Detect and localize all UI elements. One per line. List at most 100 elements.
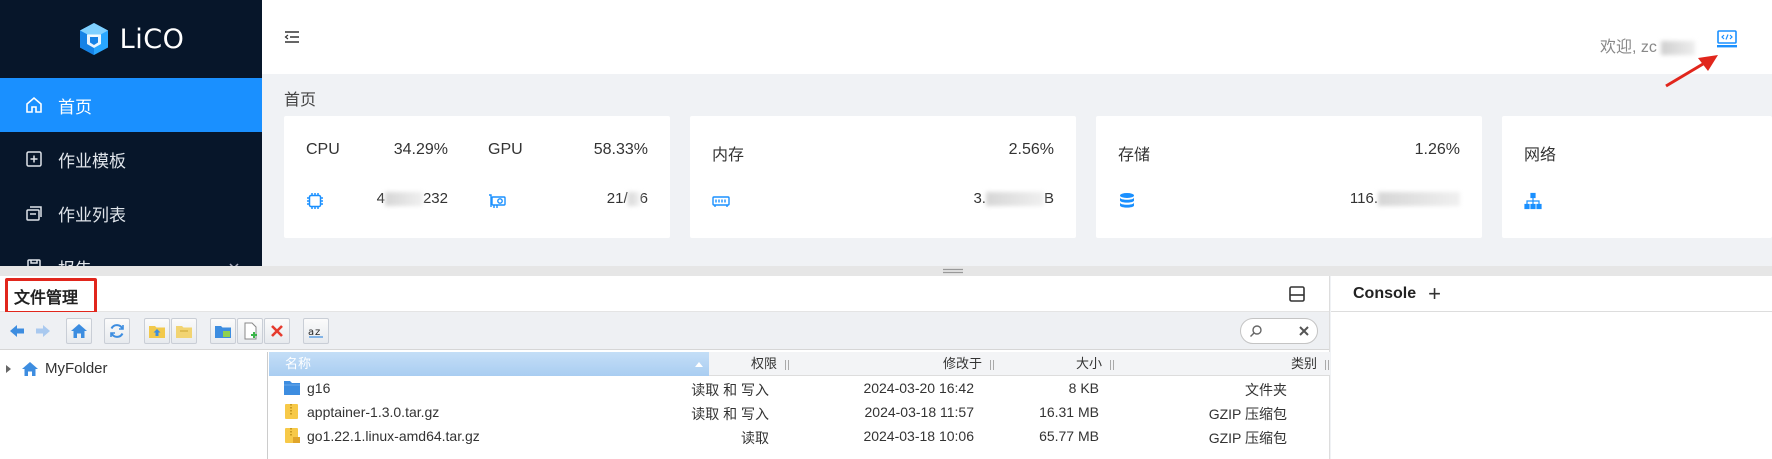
upload-button[interactable] <box>144 318 170 344</box>
sidebar-item-reports[interactable]: 报告 <box>0 240 262 266</box>
new-file-button[interactable] <box>237 318 263 344</box>
sort-az-icon: az <box>308 327 323 338</box>
add-console-button[interactable]: + <box>1428 282 1441 305</box>
gpu-label: GPU <box>488 141 523 158</box>
memory-percent: 2.56% <box>1008 141 1054 158</box>
expand-arrow-icon[interactable] <box>6 364 11 373</box>
cpu-gpu-card[interactable]: CPU 34.29% GPU 58.33% 4 232 21/6 <box>284 116 670 238</box>
console-header: Console + <box>1331 276 1772 312</box>
refresh-icon <box>110 324 124 338</box>
top-header: 欢迎, zc <box>262 0 1772 74</box>
file-name-cell: go1.22.1.linux-amd64.tar.gz <box>283 427 480 444</box>
clear-icon[interactable] <box>1299 326 1309 336</box>
delete-x-icon <box>271 325 283 337</box>
archive-lock-icon <box>285 428 300 443</box>
menu-collapse-icon[interactable] <box>284 30 300 44</box>
code-icon[interactable] <box>1716 29 1738 49</box>
folder-icon <box>176 326 192 338</box>
file-manager-panel: 文件管理 a z MyFolder 名称 权限 修改于 大小 类别 g16 读取… <box>0 276 1330 459</box>
storage-card[interactable]: 存储 1.26% 116. <box>1096 116 1482 238</box>
report-icon <box>27 259 41 266</box>
pane-splitter[interactable] <box>0 266 1772 276</box>
console-panel: Console + <box>1331 276 1772 459</box>
forward-button[interactable] <box>30 318 56 344</box>
gpu-percent: 58.33% <box>593 141 648 158</box>
folder-icon <box>284 381 300 395</box>
sidebar-item-label: 作业模板 <box>58 151 126 171</box>
folder-upload-icon <box>149 326 165 338</box>
table-row[interactable]: go1.22.1.linux-amd64.tar.gz 读取 2024-03-1… <box>269 424 1330 448</box>
folder-tree: MyFolder <box>0 352 268 459</box>
home-folder-icon <box>22 361 38 376</box>
sidebar-item-label: 首页 <box>58 97 92 117</box>
console-tab[interactable]: Console <box>1353 285 1416 303</box>
home-button[interactable] <box>66 318 92 344</box>
sidebar: LiCO 首页 作业模板 作业列表 报告 <box>0 0 262 266</box>
sort-asc-icon <box>695 362 703 367</box>
network-label: 网络 <box>1524 147 1557 164</box>
column-header-size[interactable]: 大小 <box>994 352 1114 376</box>
sidebar-item-job-templates[interactable]: 作业模板 <box>0 132 262 186</box>
sort-button[interactable]: az <box>303 318 329 344</box>
file-search-input[interactable] <box>1240 318 1318 344</box>
column-header-modified[interactable]: 修改于 <box>809 352 994 376</box>
memory-card[interactable]: 内存 2.56% 3. B <box>690 116 1076 238</box>
new-window-button[interactable] <box>210 318 236 344</box>
cpu-detail: 4 232 <box>376 190 448 207</box>
dashboard-content: 首页 CPU 34.29% GPU 58.33% 4 232 21/6 内存 2.… <box>262 74 1772 266</box>
gpu-detail: 21/6 <box>606 190 648 207</box>
panel-layout-icon[interactable] <box>1288 285 1306 303</box>
table-row[interactable]: g16 读取 和 写入 2024-03-20 16:42 8 KB 文件夹 <box>269 376 1330 400</box>
archive-icon <box>285 404 298 419</box>
file-manager-title: 文件管理 <box>5 278 97 314</box>
sidebar-item-home[interactable]: 首页 <box>0 78 262 132</box>
table-row[interactable]: apptainer-1.3.0.tar.gz 读取 和 写入 2024-03-1… <box>269 400 1330 424</box>
storage-percent: 1.26% <box>1414 141 1460 158</box>
cpu-percent: 34.29% <box>393 141 448 158</box>
search-icon <box>1250 325 1262 337</box>
file-toolbar: az <box>0 312 1329 350</box>
cpu-chip-icon <box>307 193 323 209</box>
file-name-cell: g16 <box>283 379 330 396</box>
arrow-left-icon <box>10 325 24 337</box>
file-name-cell: apptainer-1.3.0.tar.gz <box>283 403 439 420</box>
refresh-button[interactable] <box>104 318 130 344</box>
arrow-right-icon <box>36 325 50 337</box>
svg-text:z: z <box>315 327 320 338</box>
resize-grip-icon[interactable] <box>785 359 789 370</box>
cube-logo-icon <box>79 23 108 55</box>
app-logo[interactable]: LiCO <box>0 0 262 78</box>
plus-square-icon <box>26 151 42 167</box>
sidebar-item-job-list[interactable]: 作业列表 <box>0 186 262 240</box>
app-name: LiCO <box>119 23 185 55</box>
grid-header: 名称 权限 修改于 大小 类别 <box>269 352 1330 376</box>
network-card[interactable]: 网络 <box>1502 116 1772 238</box>
sidebar-item-label: 作业列表 <box>58 205 126 225</box>
tree-item-root[interactable]: MyFolder <box>6 360 108 377</box>
resize-grip-icon[interactable] <box>1325 359 1329 370</box>
delete-button[interactable] <box>264 318 290 344</box>
column-header-type[interactable]: 类别 <box>1129 352 1329 376</box>
home-icon <box>26 96 42 113</box>
database-icon <box>1120 193 1134 208</box>
storage-label: 存储 <box>1118 147 1151 164</box>
gpu-card-icon <box>489 194 506 208</box>
breadcrumb: 首页 <box>284 92 317 109</box>
storage-detail: 116. <box>1336 190 1460 207</box>
new-folder-button[interactable] <box>171 318 197 344</box>
tree-item-label: MyFolder <box>45 360 108 377</box>
list-cards-icon <box>26 206 42 221</box>
column-header-name[interactable]: 名称 <box>269 352 709 376</box>
file-add-icon <box>244 322 257 340</box>
sidebar-item-label: 报告 <box>58 255 92 267</box>
svg-text:a: a <box>308 327 314 338</box>
top-area: LiCO 首页 作业模板 作业列表 报告 <box>0 0 1772 266</box>
file-manager-header: 文件管理 <box>0 276 1329 314</box>
memory-label: 内存 <box>712 147 745 164</box>
resize-grip-icon[interactable] <box>1110 359 1114 370</box>
folder-window-icon <box>215 326 231 338</box>
home-icon <box>71 324 87 338</box>
column-header-perm[interactable]: 权限 <box>709 352 789 376</box>
file-grid: 名称 权限 修改于 大小 类别 g16 读取 和 写入 2024-03-20 1… <box>269 352 1330 459</box>
back-button[interactable] <box>4 318 30 344</box>
